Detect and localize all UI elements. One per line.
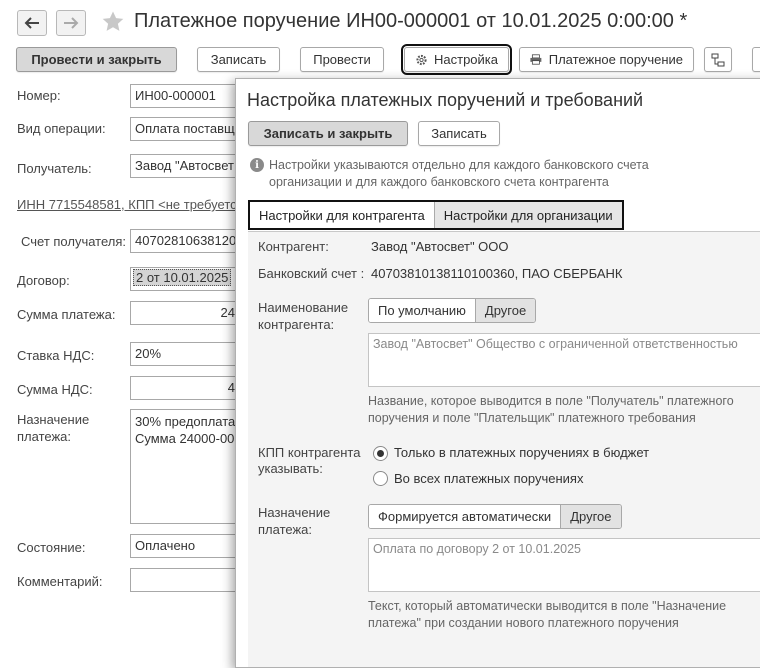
print-payment-order-button[interactable]: Платежное поручение bbox=[519, 47, 694, 72]
purpose-line-1: 30% предоплата bbox=[135, 414, 236, 429]
vat-amount-label: Сумма НДС: bbox=[17, 382, 93, 397]
contract-label: Договор: bbox=[17, 273, 70, 288]
settings-dialog: Настройка платежных поручений и требован… bbox=[235, 78, 760, 668]
save-and-close-button[interactable]: Записать и закрыть bbox=[248, 121, 408, 146]
kpp-radio-budget[interactable] bbox=[373, 446, 388, 461]
bank-account-value: 40703810138110100360, ПАО СБЕРБАНК bbox=[371, 266, 623, 281]
name-mode-switch: По умолчанию Другое bbox=[368, 298, 537, 323]
structure-icon bbox=[711, 53, 725, 66]
dialog-save-button[interactable]: Записать bbox=[418, 121, 500, 146]
dialog-title: Настройка платежных поручений и требован… bbox=[247, 90, 644, 110]
comment-field[interactable] bbox=[130, 568, 250, 592]
arrow-left-icon bbox=[24, 17, 39, 29]
state-field[interactable]: Оплачено bbox=[130, 534, 250, 558]
info-icon: i bbox=[250, 158, 264, 172]
tab-divider bbox=[248, 231, 760, 232]
name-hint-line-1: Название, которое выводится в поле "Полу… bbox=[368, 394, 734, 408]
number-field[interactable]: ИН00-000001 bbox=[130, 84, 250, 108]
purpose-opt-other[interactable]: Другое bbox=[560, 505, 621, 528]
dialog-purpose-label-2: платежа: bbox=[258, 522, 312, 537]
post-button[interactable]: Провести bbox=[300, 47, 384, 72]
recipient-field[interactable]: Завод "Автосвет bbox=[130, 154, 250, 178]
bank-account-label: Банковский счет : bbox=[258, 266, 365, 281]
tab-bar: Настройки для контрагента Настройки для … bbox=[248, 200, 624, 230]
name-label-1: Наименование bbox=[258, 300, 349, 315]
vat-rate-label: Ставка НДС: bbox=[17, 348, 95, 363]
favorite-star-icon[interactable] bbox=[101, 10, 125, 37]
dialog-hint: Настройки указываются отдельно для каждо… bbox=[269, 157, 649, 191]
post-and-close-button[interactable]: Провести и закрыть bbox=[16, 47, 177, 72]
purpose-mode-switch: Формируется автоматически Другое bbox=[368, 504, 622, 529]
contract-field[interactable]: 2 от 10.01.2025 bbox=[130, 267, 250, 291]
kpp-opt-all-label[interactable]: Во всех платежных поручениях bbox=[394, 471, 583, 486]
forward-button[interactable] bbox=[56, 10, 86, 36]
purpose-hint: Текст, который автоматически выводится в… bbox=[368, 598, 726, 632]
kpp-opt-budget-label[interactable]: Только в платежных поручениях в бюджет bbox=[394, 445, 649, 460]
vat-amount-field[interactable]: 4 bbox=[130, 376, 250, 400]
printer-icon bbox=[530, 54, 542, 65]
operation-field[interactable]: Оплата поставщ bbox=[130, 117, 250, 141]
counterparty-name-textarea[interactable]: Завод "Автосвет" Общество с ограниченной… bbox=[368, 333, 760, 387]
page-title: Платежное поручение ИН00-000001 от 10.01… bbox=[134, 10, 688, 32]
purpose-label-2: платежа: bbox=[17, 429, 71, 444]
print-label: Платежное поручение bbox=[548, 52, 683, 67]
purpose-opt-auto[interactable]: Формируется автоматически bbox=[369, 505, 561, 528]
name-label-2: контрагента: bbox=[258, 317, 335, 332]
tab-organization-settings[interactable]: Настройки для организации bbox=[433, 202, 622, 228]
dialog-purpose-label-1: Назначение bbox=[258, 505, 331, 520]
counterparty-value: Завод "Автосвет" ООО bbox=[371, 239, 509, 254]
settings-button[interactable]: Настройка bbox=[401, 44, 512, 75]
amount-field[interactable]: 24 bbox=[130, 301, 250, 325]
kpp-label-1: КПП контрагента bbox=[258, 445, 361, 460]
tab-counterparty-settings[interactable]: Настройки для контрагента bbox=[250, 202, 434, 228]
kpp-radio-all[interactable] bbox=[373, 471, 388, 486]
account-label: Счет получателя: bbox=[21, 234, 127, 249]
contract-value: 2 от 10.01.2025 bbox=[133, 269, 232, 286]
name-hint: Название, которое выводится в поле "Полу… bbox=[368, 393, 734, 427]
save-button[interactable]: Записать bbox=[197, 47, 280, 72]
name-hint-line-2: поручения и поле "Плательщик" платежного… bbox=[368, 411, 696, 425]
purpose-textarea[interactable]: 30% предоплата Сумма 24000-00, bbox=[130, 409, 250, 524]
name-opt-default[interactable]: По умолчанию bbox=[369, 299, 475, 322]
inn-link[interactable]: ИНН 7715548581, КПП <не требуется bbox=[17, 197, 244, 212]
purpose-hint-line-1: Текст, который автоматически выводится в… bbox=[368, 599, 727, 613]
arrow-right-icon bbox=[64, 17, 79, 29]
account-field[interactable]: 40702810638120 bbox=[130, 229, 250, 253]
gear-icon bbox=[416, 54, 427, 65]
operation-label: Вид операции: bbox=[17, 121, 106, 136]
recipient-label: Получатель: bbox=[17, 161, 92, 176]
counterparty-label: Контрагент: bbox=[258, 239, 329, 254]
back-button[interactable] bbox=[17, 10, 47, 36]
hint-line-2: организации и для каждого банковского сч… bbox=[269, 175, 609, 189]
vat-rate-field[interactable]: 20% bbox=[130, 342, 250, 366]
structure-button[interactable] bbox=[704, 47, 732, 72]
purpose-label-1: Назначение bbox=[17, 412, 90, 427]
purpose-textarea-dialog[interactable]: Оплата по договору 2 от 10.01.2025 bbox=[368, 538, 760, 592]
state-label: Состояние: bbox=[17, 540, 86, 555]
number-label: Номер: bbox=[17, 88, 61, 103]
purpose-hint-line-2: платежа" при создании нового платежного … bbox=[368, 616, 679, 630]
comment-label: Комментарий: bbox=[17, 574, 103, 589]
purpose-line-2: Сумма 24000-00, bbox=[135, 431, 239, 446]
kpp-label-2: указывать: bbox=[258, 461, 323, 476]
settings-label: Настройка bbox=[434, 52, 498, 67]
more-button[interactable] bbox=[752, 47, 760, 72]
amount-label: Сумма платежа: bbox=[17, 307, 116, 322]
name-opt-other[interactable]: Другое bbox=[474, 299, 536, 322]
hint-line-1: Настройки указываются отдельно для каждо… bbox=[269, 158, 649, 172]
